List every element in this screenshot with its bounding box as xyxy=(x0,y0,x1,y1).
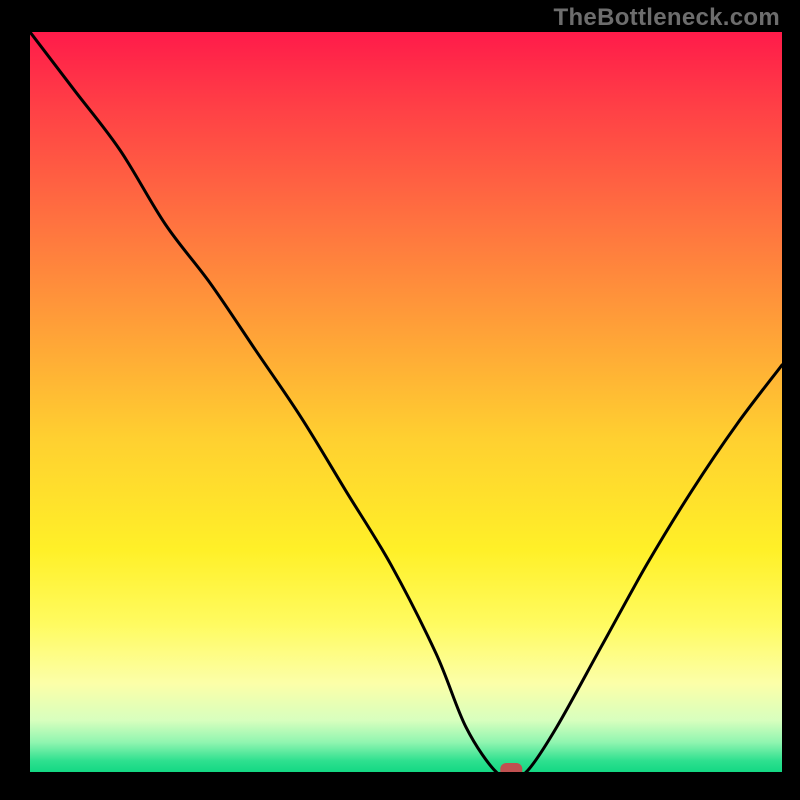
optimum-marker xyxy=(500,763,522,772)
plot-area xyxy=(30,32,782,772)
gradient-background xyxy=(30,32,782,772)
chart-frame: TheBottleneck.com xyxy=(0,0,800,800)
bottleneck-chart xyxy=(30,32,782,772)
attribution-label: TheBottleneck.com xyxy=(554,4,780,32)
